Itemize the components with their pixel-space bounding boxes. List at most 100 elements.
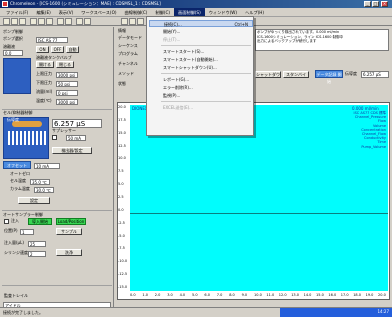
conductivity-label: 伝導度 [345,71,357,76]
upper-limit-field[interactable]: 3000 psi [56,72,78,78]
x-tick-label: 6.0 [204,293,210,297]
close-button[interactable]: × [381,1,388,7]
x-tick-label: 15.0 [316,293,324,297]
x-tick-label: 20.0 [378,293,386,297]
position-field[interactable]: 1 [20,229,34,235]
pump-off-button[interactable]: OFF [51,46,64,53]
legend: ISC AS77 CDS 標準 Channel_Pressure Flow Volum… [336,111,386,149]
minimize-button[interactable]: _ [364,1,371,7]
y-tick-label: 17.5 [118,117,126,122]
zoom-icon[interactable] [76,18,83,25]
upper-limit-label: 上限圧力 [36,71,52,76]
lower-limit-field[interactable]: 50 psi [56,81,78,87]
conductivity-readout: 6.257 μS [361,71,389,78]
help-icon[interactable] [65,18,72,25]
pump-gauge [3,58,31,94]
apply-button[interactable]: 設定 [18,197,50,204]
volume-label: 注入量(μL) [4,240,24,245]
new-icon[interactable] [3,18,10,25]
eluent-field[interactable]: 0.0 [3,50,23,56]
y-tick-label: -10.0 [118,259,128,264]
load-position-button[interactable]: Load/Position [56,218,86,225]
valve-close-button[interactable]: 閉じる [56,61,74,68]
standby-button[interactable]: スタンバイ [283,71,309,78]
dropdown-item[interactable]: 停止(T)... [149,36,253,43]
clock: 14:27 [377,309,389,314]
baseline [130,213,388,214]
print-icon[interactable] [57,18,64,25]
dropdown-item[interactable]: スマートスタート(S)... [149,48,253,55]
record-icon[interactable] [121,18,128,25]
y-tick-label: 5.0 [118,182,124,187]
cell-temp-field[interactable]: 35.0 ℃ [30,179,50,185]
copy-icon[interactable] [38,18,45,25]
dropdown-item[interactable]: レポート(G)... [149,76,253,83]
offset-field[interactable]: 10 mA [34,163,60,169]
menu-item[interactable]: ワークスペース(O) [77,8,120,17]
x-tick-label: 19.0 [365,293,374,297]
arrow-icon[interactable] [84,18,91,25]
x-tick-label: 13.0 [291,293,299,297]
dropdown-item[interactable]: 接続(C)... Ctrl+N [149,20,253,27]
method-label: メソッド [118,71,134,76]
dropdown-item[interactable]: 監視(P)... [149,92,253,99]
dropdown-item-label: 停止(T)... [163,37,181,42]
record-data-button[interactable]: データ記録 開始 [315,70,343,84]
dropdown-item[interactable]: スマートシャットダウン(U)... [149,64,253,71]
offset-button[interactable]: オフセット [3,161,31,169]
divider [2,210,112,211]
inject-checkbox[interactable] [4,219,9,224]
valve-open-button[interactable]: 開ける [36,61,54,68]
menu-item[interactable]: ファイル(F) [2,8,32,17]
suppressor-field[interactable]: 50 mA [66,135,86,141]
pump-on-button[interactable]: ON [36,46,49,53]
dropdown-item-label: エラー削除(R)... [163,85,193,90]
wash-button[interactable]: 洗浄 [56,249,82,256]
dropdown-item[interactable]: EXCEL送信(E)... [149,104,253,111]
dropdown-item[interactable]: エラー削除(R)... [149,84,253,91]
menu-item[interactable]: 表示(V) [55,8,78,17]
menu-item[interactable]: 編集(E) [32,8,54,17]
cut-icon[interactable] [30,18,37,25]
status-label: 状態 [118,81,126,86]
inject-mode-button[interactable]: 導入開始 [28,218,52,225]
dropdown-item-label: 監視(P)... [163,93,181,98]
dropdown-item[interactable]: 開始(Y)... [149,28,253,35]
sample-button[interactable]: サンプル [56,228,82,235]
dropdown-shortcut: Ctrl+N [234,22,248,27]
y-tick-label: -15.0 [118,285,128,289]
x-tick-label: 18.0 [353,293,361,297]
col-temp-field[interactable]: 30.0 ℃ [34,187,54,193]
dropdown-item-label: 開始(Y)... [163,29,181,34]
dropdown-item-label: レポート(G)... [163,77,190,82]
taskbar: 14:27 [280,308,392,317]
pump-auto-button[interactable]: 自動 [66,46,79,53]
position-label: 位置(P) [4,228,18,233]
save-icon[interactable] [19,18,26,25]
maximize-button[interactable]: □ [372,1,379,7]
suppressor-checkbox[interactable] [52,135,57,140]
dropdown-separator [161,45,251,46]
dropdown-item[interactable]: スマートスタート(自動開始)... [149,56,253,63]
y-axis: 20.0 17.5 15.0 12.5 10.0 7.5 5.0 2.5 0.0 -2.5 -5.0… [118,103,130,291]
shutdown-button[interactable]: シャットダウン [255,71,281,78]
open-icon[interactable] [11,18,18,25]
stop-icon[interactable] [137,18,144,25]
temp-field[interactable]: 3000 psi [56,99,78,105]
control-dropdown-menu: 接続(C)... Ctrl+N 開始(Y)... 停止(T)... スマートスタート(S… [146,16,254,136]
dropdown-item-label: スマートスタート(自動開始)... [163,57,218,62]
volume-field[interactable]: 25 [28,241,46,247]
detector-settings-button[interactable]: 検出器/設定 [52,147,92,154]
speed-field[interactable]: 2 [28,251,46,257]
y-tick-label: 15.0 [118,130,126,135]
play-icon[interactable] [129,18,136,25]
paste-icon[interactable] [46,18,53,25]
y-tick-label: 0.0 [118,207,124,212]
y-tick-label: 12.5 [118,143,126,148]
dropdown-item-label: EXCEL送信(E)... [163,105,193,110]
pump-select-field[interactable]: ISC AS 77 [36,37,68,43]
x-tick-label: 16.0 [328,293,337,297]
flow-field[interactable]: 0 psi [56,90,78,96]
y-tick-label: 10.0 [118,156,126,161]
flow-label: 流量(ml) [36,89,53,94]
